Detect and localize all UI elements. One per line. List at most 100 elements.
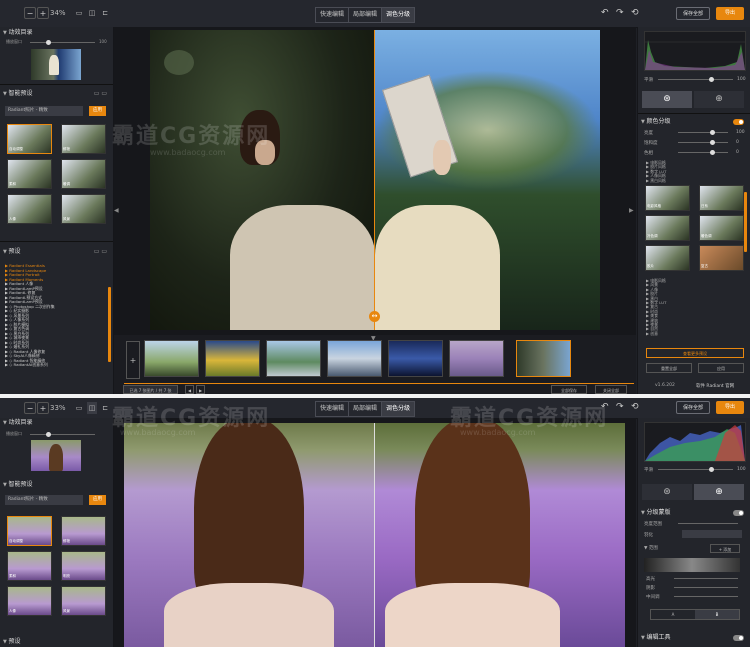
target-mode-icon[interactable]: ⊕ bbox=[694, 484, 744, 500]
presets-title[interactable]: 预设 bbox=[3, 247, 20, 257]
navigator-slider-knob[interactable] bbox=[46, 432, 51, 437]
view-toggle-icon[interactable]: ▭ ▭ bbox=[94, 90, 107, 97]
grading-slider[interactable] bbox=[678, 142, 728, 143]
split-view-icon[interactable]: ◫ bbox=[87, 402, 97, 414]
preset-thumb[interactable]: 风景 bbox=[61, 586, 106, 616]
filmstrip-filter[interactable]: 已选 7 张图片 / 共 7 张 bbox=[123, 385, 178, 394]
film-next-button[interactable]: ▶ bbox=[196, 385, 205, 394]
tab-local-edit[interactable]: 局部编辑 bbox=[349, 8, 383, 22]
compare-view-icon[interactable]: ⊏ bbox=[100, 402, 110, 414]
grading-thumb[interactable]: 复古 bbox=[699, 245, 744, 271]
edit-tools-toggle[interactable] bbox=[733, 635, 744, 641]
redo-icon[interactable]: ↷ bbox=[616, 402, 624, 412]
preset-thumb[interactable]: 柔和 bbox=[7, 551, 52, 581]
compare-view-icon[interactable]: ⊏ bbox=[100, 7, 110, 19]
target-mode-icon[interactable]: ⊕ bbox=[694, 91, 744, 108]
grading-mask-toggle[interactable] bbox=[733, 510, 744, 516]
preset-thumb[interactable]: 暖调 bbox=[61, 159, 106, 189]
grading-category[interactable]: ▶ 黑白风格 bbox=[646, 178, 666, 183]
preset-thumb[interactable]: 风景 bbox=[61, 194, 106, 224]
tab-color-grading[interactable]: 调色分级 bbox=[382, 8, 415, 22]
grading-thumb[interactable]: 暖色调 bbox=[699, 215, 744, 241]
grading-slider[interactable] bbox=[678, 152, 728, 153]
navigator-slider-knob[interactable] bbox=[46, 40, 51, 45]
tab-quick-edit[interactable]: 快速编辑 bbox=[316, 8, 350, 22]
histogram-slider[interactable] bbox=[658, 79, 733, 80]
tab-local-edit[interactable]: 局部编辑 bbox=[349, 402, 383, 416]
smart-presets-title[interactable]: 智能预设 bbox=[3, 89, 32, 99]
smart-presets-title[interactable]: 智能预设 bbox=[3, 480, 32, 490]
grading-knob[interactable] bbox=[710, 140, 715, 145]
apply-grading-button[interactable]: 应用 bbox=[698, 363, 744, 373]
navigator-slider[interactable] bbox=[30, 42, 95, 43]
mask-range-label[interactable]: ▼ 范围 bbox=[644, 545, 658, 551]
histogram-slider[interactable] bbox=[658, 469, 733, 470]
image-canvas[interactable]: ↔ ◀ ▶ bbox=[114, 27, 636, 335]
compare-handle-icon[interactable]: ↔ bbox=[369, 311, 380, 322]
image-canvas-2[interactable] bbox=[114, 418, 636, 647]
histogram-slider-knob[interactable] bbox=[709, 467, 714, 472]
color-mode-icon[interactable]: ⊛ bbox=[642, 91, 692, 108]
mask-slider[interactable] bbox=[678, 523, 738, 524]
save-all-button[interactable]: 保存全部 bbox=[676, 401, 710, 414]
compare-divider[interactable] bbox=[374, 30, 375, 330]
preset-thumb[interactable]: 人像 bbox=[7, 586, 52, 616]
apply-preset-button[interactable]: 应用 bbox=[89, 106, 106, 116]
preset-item[interactable]: ▶ ◇ RadiantAI创意系列 bbox=[5, 362, 55, 368]
grading-knob[interactable] bbox=[710, 130, 715, 135]
smart-preset-select[interactable]: Radiant照片 - 精致 bbox=[5, 495, 83, 505]
zoom-in-button[interactable]: + bbox=[37, 402, 49, 414]
prev-image-icon[interactable]: ◀ bbox=[114, 207, 119, 214]
mask-tab-a[interactable]: A bbox=[651, 610, 695, 619]
film-thumb[interactable] bbox=[449, 340, 504, 377]
preset-thumb[interactable]: 柔和 bbox=[7, 159, 52, 189]
preset-view-icon[interactable]: ▭ ▭ bbox=[94, 248, 107, 255]
grading-thumb[interactable]: 冷色调 bbox=[645, 215, 690, 241]
reset-icon[interactable]: ⟲ bbox=[631, 402, 639, 412]
reset-icon[interactable]: ⟲ bbox=[631, 8, 639, 18]
save-all-film-button[interactable]: 全部保存 bbox=[551, 385, 587, 394]
grading-knob[interactable] bbox=[710, 150, 715, 155]
preset-thumb[interactable]: 明亮 bbox=[61, 551, 106, 581]
brand-link[interactable]: 软件 Radiant 官网 bbox=[696, 383, 734, 389]
preset-thumb[interactable]: 自动调整 bbox=[7, 516, 52, 546]
mask-tab-b[interactable]: B bbox=[695, 610, 739, 619]
split-view-icon[interactable]: ◫ bbox=[87, 7, 97, 19]
film-thumb[interactable] bbox=[266, 340, 321, 377]
smart-preset-select[interactable]: Radiant照片 - 精致 bbox=[5, 106, 83, 116]
grading-thumb[interactable]: 电影风格 bbox=[645, 185, 690, 211]
color-mode-icon[interactable]: ⊛ bbox=[642, 484, 692, 500]
preset-scrollbar[interactable] bbox=[108, 287, 111, 362]
redo-icon[interactable]: ↷ bbox=[616, 8, 624, 18]
more-presets-button[interactable]: 查看更多预设 bbox=[646, 348, 744, 358]
film-thumb[interactable] bbox=[388, 340, 443, 377]
close-all-film-button[interactable]: 关闭全部 bbox=[595, 385, 627, 394]
mask-sub-slider[interactable] bbox=[674, 596, 738, 597]
export-button[interactable]: 导出 bbox=[716, 7, 744, 20]
preset-thumb[interactable]: 鲜艳 bbox=[61, 516, 106, 546]
grading-mask-title[interactable]: 分级蒙版 bbox=[641, 508, 670, 518]
navigator-title[interactable]: 动效目录 bbox=[3, 418, 32, 428]
mask-add-button[interactable]: + 添加 bbox=[710, 544, 740, 553]
film-prev-button[interactable]: ◀ bbox=[185, 385, 194, 394]
tab-quick-edit[interactable]: 快速编辑 bbox=[316, 402, 350, 416]
compare-divider[interactable] bbox=[374, 423, 375, 647]
film-thumb[interactable] bbox=[144, 340, 199, 377]
navigator-slider[interactable] bbox=[30, 434, 95, 435]
right-scrollbar[interactable] bbox=[744, 192, 747, 252]
preset-thumb[interactable]: 自动调整 bbox=[7, 124, 52, 154]
grading-thumb[interactable]: 日系 bbox=[699, 185, 744, 211]
film-thumb-selected[interactable] bbox=[516, 340, 571, 377]
navigator-preview[interactable] bbox=[31, 440, 81, 471]
tab-color-grading[interactable]: 调色分级 bbox=[382, 402, 415, 416]
undo-icon[interactable]: ↶ bbox=[601, 8, 609, 18]
export-button[interactable]: 导出 bbox=[716, 401, 744, 414]
mask-feather-bar[interactable] bbox=[682, 530, 742, 538]
zoom-in-button[interactable]: + bbox=[37, 7, 49, 19]
grading-thumb[interactable]: 胶片 bbox=[645, 245, 690, 271]
save-all-button[interactable]: 保存全部 bbox=[676, 7, 710, 20]
add-image-button[interactable]: + bbox=[126, 341, 140, 379]
grading-slider[interactable] bbox=[678, 132, 728, 133]
film-thumb[interactable] bbox=[205, 340, 260, 377]
reset-all-button[interactable]: 重置全部 bbox=[646, 363, 692, 373]
